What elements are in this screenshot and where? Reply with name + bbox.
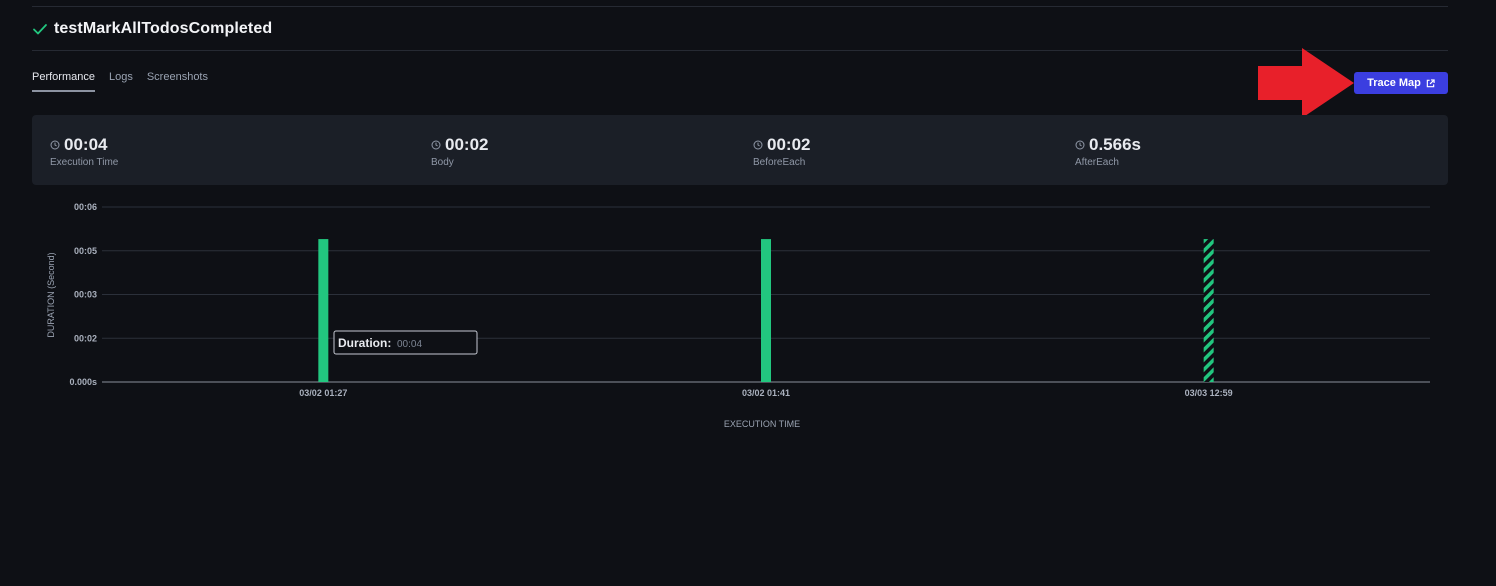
x-tick-label: 03/03 12:59 [1185, 388, 1233, 398]
test-details-panel: testMarkAllTodosCompleted Performance Lo… [0, 0, 1496, 586]
chart-bar[interactable] [318, 239, 329, 382]
tooltip-value: 00:04 [397, 339, 422, 350]
stat-value: 0.566s [1089, 135, 1141, 154]
tab-bar: Performance Logs Screenshots [32, 71, 208, 92]
stat-label: Body [431, 157, 454, 168]
x-tick-label: 03/02 01:41 [742, 388, 790, 398]
stat-label: BeforeEach [753, 157, 806, 168]
clock-icon [50, 140, 60, 150]
trace-map-button[interactable]: Trace Map [1354, 72, 1448, 94]
header-divider [32, 50, 1448, 51]
check-icon [33, 24, 47, 35]
stat-execution-time: 00:04 Execution Time [50, 135, 118, 168]
y-tick-label: 0.000s [69, 377, 97, 387]
tooltip-label: Duration: [338, 336, 391, 350]
duration-chart: 0.000s 00:02 00:03 00:05 00:06 03/02 01:27 03/… [46, 202, 1430, 429]
clock-icon [1075, 140, 1085, 150]
tab-performance[interactable]: Performance [32, 71, 95, 92]
y-tick-label: 00:06 [74, 202, 97, 212]
chart-tooltip: Duration: 00:04 [333, 330, 478, 355]
stat-value: 00:02 [767, 135, 811, 154]
stat-value: 00:04 [64, 135, 108, 154]
stat-label: Execution Time [50, 157, 119, 168]
y-axis-title: DURATION (Second) [46, 252, 56, 337]
clock-icon [431, 140, 441, 150]
chart-bar[interactable] [761, 239, 771, 382]
x-tick-label: 03/02 01:27 [299, 388, 347, 398]
external-link-icon [1426, 78, 1435, 87]
test-title: testMarkAllTodosCompleted [54, 20, 273, 37]
test-header: testMarkAllTodosCompleted [32, 20, 272, 38]
tab-logs[interactable]: Logs [109, 71, 133, 92]
trace-map-label: Trace Map [1367, 77, 1421, 89]
stat-body: 00:02 Body [431, 135, 488, 168]
top-divider [32, 6, 1448, 7]
stat-after-each: 0.566s AfterEach [1075, 135, 1141, 168]
y-tick-label: 00:05 [74, 246, 97, 256]
stat-before-each: 00:02 BeforeEach [753, 135, 810, 168]
stat-value: 00:02 [445, 135, 489, 154]
x-axis-title: EXECUTION TIME [724, 419, 800, 429]
clock-icon [753, 140, 763, 150]
chart-bar[interactable] [1203, 239, 1214, 382]
y-tick-label: 00:02 [74, 333, 97, 343]
stat-label: AfterEach [1075, 157, 1119, 168]
tab-screenshots[interactable]: Screenshots [147, 71, 208, 92]
red-arrow-annotation [1258, 48, 1354, 118]
stats-card: 00:04 Execution Time 00:02 Body 00:02 Be… [32, 115, 1448, 185]
y-tick-label: 00:03 [74, 290, 97, 300]
